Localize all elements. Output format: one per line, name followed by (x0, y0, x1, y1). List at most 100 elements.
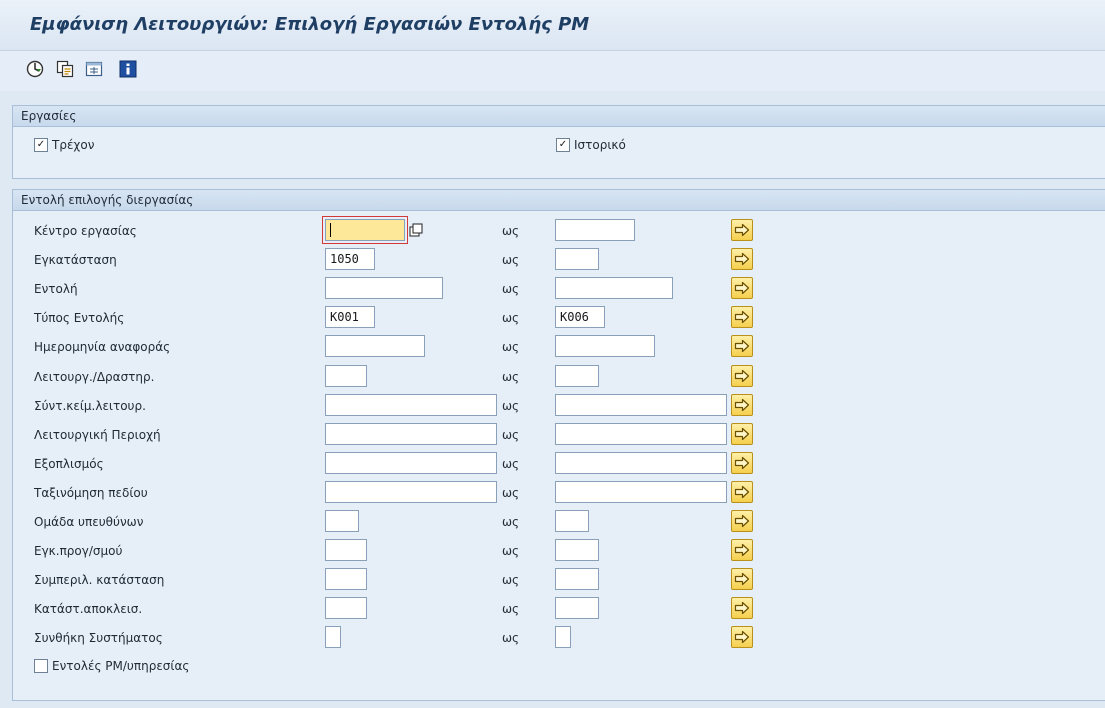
to-field[interactable] (555, 393, 727, 416)
to-label: ως (502, 340, 520, 355)
multiple-selection-button[interactable] (731, 539, 753, 562)
multiple-selection-button[interactable] (731, 364, 753, 387)
from-field[interactable] (325, 539, 367, 562)
history-label: Ιστορικό (574, 138, 626, 152)
multiple-selection-button[interactable] (731, 451, 753, 474)
row-label: Κέντρο εργασίας (34, 224, 137, 238)
multiple-selection-button[interactable] (731, 393, 753, 416)
multiple-selection-button[interactable] (731, 335, 753, 358)
row-label: Εντολή (34, 282, 78, 297)
from-field[interactable] (325, 393, 497, 416)
from-field[interactable] (325, 364, 367, 387)
copy-variant-button[interactable] (55, 59, 75, 79)
to-field[interactable] (555, 277, 673, 300)
to-field[interactable] (555, 539, 599, 562)
to-field[interactable] (555, 597, 599, 620)
operations-group-title: Εργασίες (13, 106, 1105, 127)
to-field[interactable] (555, 364, 599, 387)
to-field[interactable] (555, 335, 655, 358)
application-toolbar (0, 51, 1105, 91)
from-field[interactable] (325, 219, 405, 241)
page-title: Εμφάνιση Λειτουργιών: Επιλογή Εργασιών Ε… (30, 14, 590, 35)
to-field[interactable] (555, 568, 599, 591)
pm-orders-checkbox[interactable] (34, 659, 48, 673)
arrow-right-icon (734, 456, 750, 469)
from-field[interactable] (325, 422, 497, 445)
multiple-selection-button[interactable] (731, 597, 753, 620)
row-label: Εξοπλισμός (34, 456, 104, 471)
row-label: Τύπος Εντολής (34, 311, 125, 326)
info-icon (119, 60, 137, 78)
to-label: ως (502, 224, 520, 238)
row-label: Κατάστ.αποκλεισ. (34, 602, 143, 617)
title-bar: Εμφάνιση Λειτουργιών: Επιλογή Εργασιών Ε… (0, 0, 1105, 51)
multiple-selection-button[interactable] (731, 626, 753, 649)
to-field[interactable] (555, 626, 571, 649)
from-field[interactable] (325, 597, 367, 620)
multiple-selection-button[interactable] (731, 422, 753, 445)
from-field[interactable] (325, 451, 497, 474)
arrow-right-icon (734, 223, 750, 237)
multiple-selection-button[interactable] (731, 219, 753, 241)
from-field[interactable]: K001 (325, 306, 375, 329)
info-button[interactable] (118, 59, 138, 79)
to-label: ως (502, 544, 520, 559)
save-variant-button[interactable] (84, 59, 104, 79)
multiple-selection-button[interactable] (731, 568, 753, 591)
from-field[interactable] (325, 568, 367, 591)
arrow-right-icon (734, 543, 750, 557)
to-field[interactable] (555, 422, 727, 445)
row-label: Σύντ.κείμ.λειτουρ. (34, 398, 146, 413)
to-label: ως (502, 515, 520, 529)
value-help-icon (409, 223, 423, 237)
row-label: Συμπεριλ. κατάσταση (34, 573, 165, 588)
from-field[interactable] (325, 510, 359, 532)
multiple-selection-button[interactable] (731, 306, 753, 329)
from-field[interactable]: 1050 (325, 248, 375, 271)
arrow-right-icon (734, 573, 750, 586)
to-field[interactable] (555, 451, 727, 474)
selection-group: Εντολή επιλογής διεργασίας Κέντρο εργασί… (12, 189, 1105, 701)
to-field[interactable] (555, 480, 727, 503)
multiple-selection-button[interactable] (731, 510, 753, 532)
arrow-right-icon (734, 602, 750, 615)
multiple-selection-button[interactable] (731, 277, 753, 300)
to-label: ως (502, 398, 520, 413)
to-label: ως (502, 631, 520, 646)
row-label: Ομάδα υπευθύνων (34, 515, 144, 529)
arrow-right-icon (734, 427, 750, 440)
arrow-right-icon (734, 514, 750, 528)
pm-orders-checkbox-field[interactable]: Εντολές PM/υπηρεσίας (34, 659, 189, 673)
from-field[interactable] (325, 335, 425, 358)
multiple-selection-button[interactable] (731, 248, 753, 271)
to-field[interactable] (555, 510, 589, 532)
text-caret (330, 223, 331, 237)
from-field[interactable] (325, 626, 341, 649)
execute-icon (26, 60, 44, 78)
arrow-right-icon (734, 282, 750, 295)
from-field[interactable] (325, 480, 497, 503)
current-checkbox-field[interactable]: ✓ Τρέχον (34, 138, 94, 152)
arrow-right-icon (734, 485, 750, 498)
to-label: ως (502, 573, 520, 588)
history-checkbox[interactable]: ✓ (556, 138, 570, 152)
current-checkbox[interactable]: ✓ (34, 138, 48, 152)
execute-button[interactable] (25, 59, 45, 79)
pm-orders-label: Εντολές PM/υπηρεσίας (52, 659, 190, 673)
operations-group: Εργασίες ✓ Τρέχον ✓ Ιστορικό (12, 105, 1105, 179)
history-checkbox-field[interactable]: ✓ Ιστορικό (556, 138, 626, 152)
to-label: ως (502, 311, 520, 326)
arrow-right-icon (734, 340, 750, 353)
multiple-selection-button[interactable] (731, 480, 753, 503)
from-field[interactable] (325, 277, 443, 300)
row-label: Συνθήκη Συστήματος (34, 631, 163, 646)
row-label: Ημερομηνία αναφοράς (34, 340, 171, 355)
row-label: Λειτουργική Περιοχή (34, 427, 161, 442)
to-field[interactable] (555, 219, 635, 241)
to-field[interactable] (555, 248, 599, 271)
to-field[interactable]: K006 (555, 306, 605, 329)
value-help-button[interactable] (408, 222, 424, 238)
to-label: ως (502, 369, 520, 384)
to-label: ως (502, 456, 520, 471)
to-label: ως (502, 253, 520, 268)
